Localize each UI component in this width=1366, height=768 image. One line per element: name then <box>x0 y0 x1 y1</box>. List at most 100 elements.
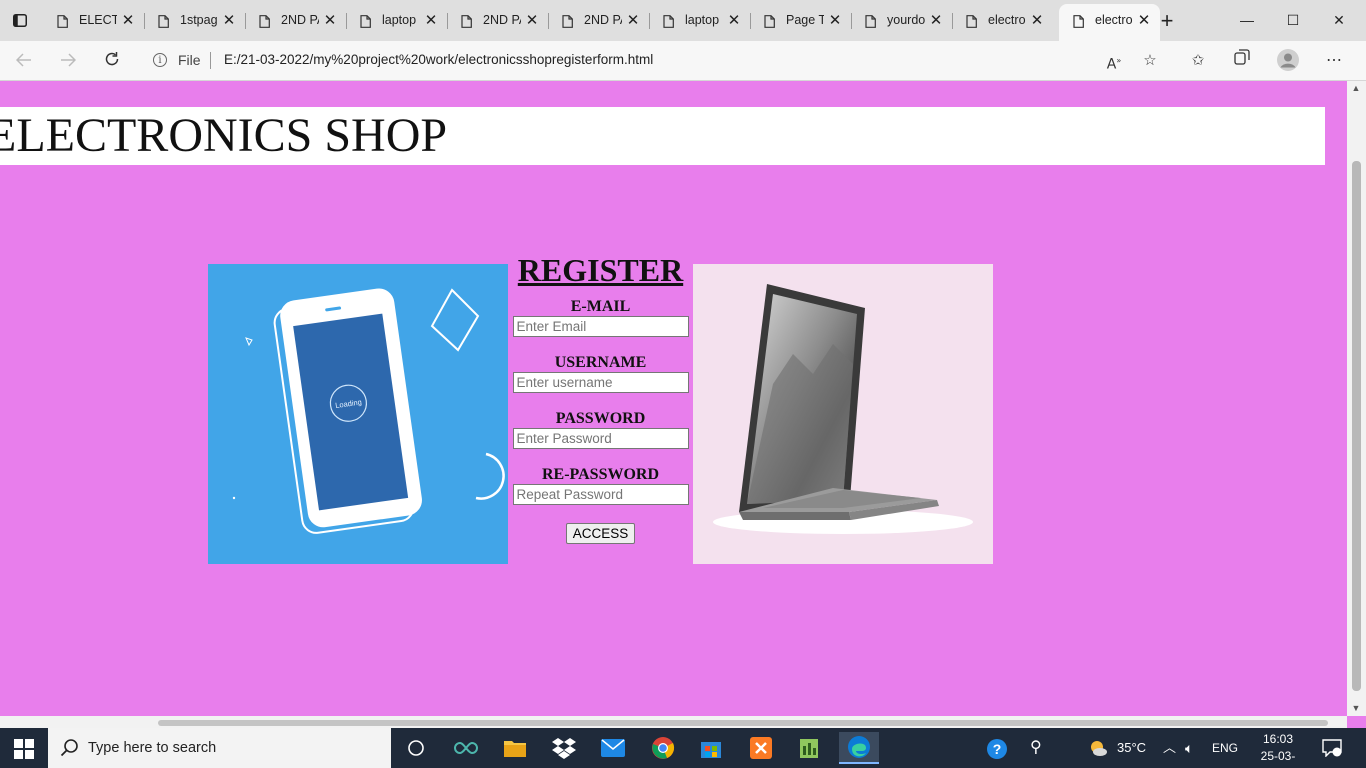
show-hidden-icons-icon[interactable]: ︿ <box>1163 728 1176 768</box>
maximize-button[interactable]: ☐ <box>1270 8 1316 32</box>
tab-separator <box>144 13 145 29</box>
new-tab-button[interactable]: + <box>1156 10 1178 32</box>
tab-separator <box>447 13 448 29</box>
refresh-button[interactable] <box>100 49 124 73</box>
favorites-icon[interactable]: ✩ <box>1186 49 1210 73</box>
add-favorite-icon[interactable]: ☆ <box>1138 49 1162 73</box>
tab-actions-button[interactable] <box>0 0 40 41</box>
more-menu-icon[interactable]: ⋯ <box>1322 49 1346 73</box>
browser-tab[interactable]: ELECTRONICS SHOP ✕ <box>43 0 144 41</box>
forward-arrow-icon <box>61 53 77 67</box>
tab-title: 2ND PAGE <box>483 13 521 27</box>
tab-title: 2ND PAGE <box>584 13 622 27</box>
close-tab-icon[interactable]: ✕ <box>1137 12 1151 29</box>
url-text[interactable]: E:/21-03-2022/my%20project%20work/electr… <box>224 52 653 67</box>
tab-title: 2ND PAGE <box>281 13 319 27</box>
browser-tab[interactable]: electronics ✕ <box>1059 4 1160 41</box>
browser-tab[interactable]: yourdomain ✕ <box>851 0 952 41</box>
file-explorer-icon[interactable] <box>495 732 535 764</box>
close-tab-icon[interactable]: ✕ <box>929 12 943 29</box>
search-icon <box>60 739 78 757</box>
close-tab-icon[interactable]: ✕ <box>525 12 539 29</box>
page-document-icon <box>461 15 472 28</box>
email-field[interactable] <box>512 316 689 337</box>
svg-text:?: ? <box>993 741 1002 757</box>
browser-tab[interactable]: Page Title ✕ <box>750 0 851 41</box>
help-icon[interactable]: ? <box>986 728 1008 768</box>
notepad-plus-icon[interactable] <box>789 732 829 764</box>
vertical-scroll-thumb[interactable] <box>1352 161 1361 691</box>
browser-tab[interactable]: electronics ✕ <box>952 0 1053 41</box>
close-tab-icon[interactable]: ✕ <box>727 12 741 29</box>
weather-icon[interactable] <box>1088 728 1108 768</box>
close-tab-icon[interactable]: ✕ <box>626 12 640 29</box>
notification-count: 1 <box>1334 732 1339 741</box>
horizontal-scroll-thumb[interactable] <box>158 720 1328 726</box>
people-icon[interactable]: ⚲ <box>1030 728 1042 768</box>
back-button[interactable] <box>12 49 36 73</box>
browser-tab[interactable]: 2ND PAGE ✕ <box>447 0 548 41</box>
info-icon[interactable]: i <box>153 53 167 67</box>
site-title: ELECTRONICS SHOP <box>0 109 448 162</box>
close-window-button[interactable]: ✕ <box>1316 8 1362 32</box>
page-document-icon <box>764 15 775 28</box>
page-document-icon <box>966 15 977 28</box>
browser-tab[interactable]: 1stpage ✕ <box>144 0 245 41</box>
scroll-down-icon[interactable]: ▼ <box>1351 703 1361 713</box>
page-document-icon <box>562 15 573 28</box>
browser-tab[interactable]: 2ND PAGE ✕ <box>245 0 346 41</box>
repassword-label: RE-PASSWORD <box>541 466 660 483</box>
browser-tab[interactable]: laptop ✕ <box>346 0 447 41</box>
dropbox-icon[interactable] <box>544 732 584 764</box>
close-tab-icon[interactable]: ✕ <box>222 12 236 29</box>
vertical-scrollbar[interactable]: ▲ ▼ <box>1347 81 1366 716</box>
collections-icon[interactable] <box>1230 49 1254 73</box>
close-tab-icon[interactable]: ✕ <box>828 12 842 29</box>
arduino-icon[interactable] <box>446 732 486 764</box>
address-field[interactable]: i File E:/21-03-2022/my%20project%20work… <box>140 46 1170 75</box>
page-document-icon <box>663 15 674 28</box>
page-document-icon <box>865 15 876 28</box>
close-tab-icon[interactable]: ✕ <box>424 12 438 29</box>
taskbar-clock[interactable]: 16:03 25-03-2022 <box>1254 731 1302 768</box>
tab-title: ELECTRONICS SHOP <box>79 13 117 27</box>
profile-avatar[interactable] <box>1276 49 1300 73</box>
taskbar-search[interactable]: Type here to search <box>48 728 391 768</box>
email-label: E-MAIL <box>570 298 631 315</box>
language-indicator[interactable]: ENG <box>1212 728 1238 768</box>
read-aloud-icon[interactable]: A» <box>1102 49 1126 73</box>
close-tab-icon[interactable]: ✕ <box>1030 12 1044 29</box>
url-divider <box>210 52 211 69</box>
page-document-icon <box>158 15 169 28</box>
username-field[interactable] <box>512 372 689 393</box>
start-button[interactable] <box>14 739 34 759</box>
xampp-icon[interactable] <box>741 732 781 764</box>
password-field[interactable] <box>512 428 689 449</box>
task-view-icon[interactable] <box>396 732 436 764</box>
forward-button[interactable] <box>56 49 80 73</box>
minimize-button[interactable]: — <box>1224 8 1270 32</box>
close-tab-icon[interactable]: ✕ <box>121 12 135 29</box>
taskbar: Type here to search ? ⚲ 35°C ︿ 🔈︎ ENG 16… <box>0 728 1366 768</box>
mail-icon[interactable] <box>593 732 633 764</box>
back-arrow-icon <box>15 53 31 67</box>
notifications-icon[interactable]: 1 <box>1322 728 1352 768</box>
horizontal-scrollbar[interactable] <box>0 716 1347 728</box>
page-document-icon <box>1073 15 1084 28</box>
tab-actions-icon <box>13 14 27 27</box>
edge-icon[interactable] <box>839 732 879 764</box>
scroll-up-icon[interactable]: ▲ <box>1351 83 1361 93</box>
repassword-field[interactable] <box>512 484 689 505</box>
tab-title: laptop <box>382 13 417 27</box>
close-tab-icon[interactable]: ✕ <box>323 12 337 29</box>
access-button[interactable]: ACCESS <box>565 523 636 544</box>
volume-icon[interactable]: 🔈︎ <box>1185 728 1193 768</box>
tab-separator <box>245 13 246 29</box>
browser-tab[interactable]: 2ND PAGE ✕ <box>548 0 649 41</box>
store-icon[interactable] <box>691 732 731 764</box>
chrome-icon[interactable] <box>643 732 683 764</box>
tab-separator <box>851 13 852 29</box>
browser-tab[interactable]: laptop ✕ <box>649 0 750 41</box>
scheme-label: File <box>178 52 201 68</box>
laptop-image <box>693 264 993 564</box>
